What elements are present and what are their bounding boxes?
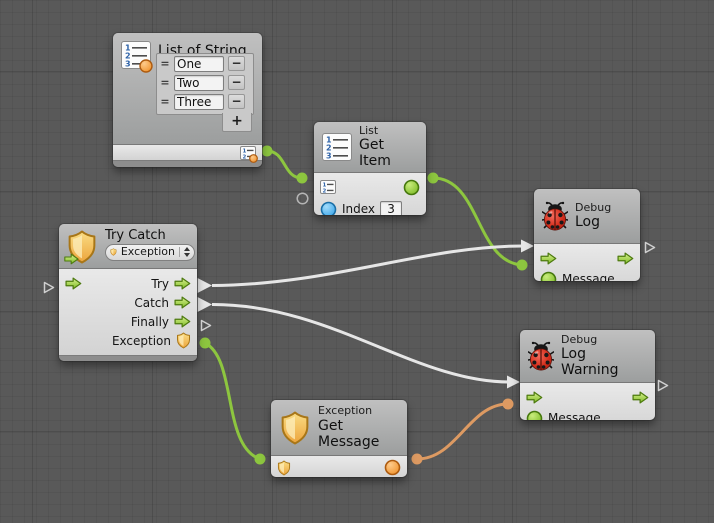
wire-exception-to-getmessage: [205, 343, 260, 459]
flow-input-port[interactable]: [65, 277, 82, 290]
shield-icon: [66, 230, 98, 264]
wire-getitem-to-log: [433, 178, 522, 265]
try-label: Try: [151, 277, 169, 291]
node-header: Try Catch Exception: [59, 224, 197, 269]
add-item-button[interactable]: +: [222, 113, 252, 132]
list-item-field[interactable]: [174, 56, 224, 72]
wire-source-triangle: [198, 278, 213, 293]
flow-output-port[interactable]: [632, 391, 649, 404]
shield-icon: [279, 411, 311, 445]
graph-canvas[interactable]: 1 2 3 1 2: [0, 0, 714, 523]
shield-icon: [110, 246, 117, 258]
drag-handle-icon[interactable]: =: [160, 95, 170, 108]
wire-endpoint-dot: [262, 146, 273, 157]
wire-endpoint-dot: [412, 454, 423, 465]
flow-input-port[interactable]: [526, 391, 543, 404]
node-title: Get Item: [359, 137, 418, 169]
node-footer: [59, 355, 197, 361]
list-item-field[interactable]: [174, 75, 224, 91]
try-output-port[interactable]: [174, 277, 191, 290]
node-try-catch[interactable]: Try Catch Exception Try Catch: [59, 224, 197, 361]
wire-endpoint-dot: [255, 454, 266, 465]
wire-endpoint-dot: [297, 173, 308, 184]
node-header: Exception Get Message: [271, 400, 407, 456]
message-input-port[interactable]: [540, 271, 557, 282]
result-output-port[interactable]: [403, 179, 420, 196]
drag-handle-icon[interactable]: =: [160, 76, 170, 89]
orange-badge-icon: [139, 59, 153, 73]
exception-type-dropdown[interactable]: Exception: [105, 244, 195, 261]
remove-item-button[interactable]: −: [228, 94, 245, 109]
exception-input-port[interactable]: [277, 460, 291, 476]
exception-label: Exception: [112, 334, 171, 348]
index-input-port[interactable]: [320, 201, 337, 216]
message-label: Message: [562, 272, 615, 281]
dropdown-value: Exception: [121, 246, 175, 259]
wire-endpoint-dot: [200, 338, 211, 349]
wire-catch-to-logwarning: [212, 304, 509, 382]
node-surtitle: Debug: [561, 334, 647, 347]
wire-try-to-log: [212, 246, 523, 286]
wire-list-to-getitem: [267, 151, 302, 178]
node-log-warning[interactable]: Debug Log Warning Message: [520, 330, 655, 420]
list-output-port[interactable]: [240, 146, 256, 160]
node-title: Try Catch: [105, 229, 195, 244]
node-get-item[interactable]: List Get Item Index: [314, 122, 426, 215]
node-surtitle: Exception: [318, 405, 399, 418]
list-item-row: = −: [157, 92, 253, 111]
node-title: Log: [575, 214, 611, 230]
node-log[interactable]: Debug Log Message: [534, 189, 640, 281]
node-surtitle: List: [359, 125, 418, 138]
wire-endpoint-dot: [517, 260, 528, 271]
wire-source-triangle: [198, 297, 213, 312]
string-list-editor: = − = − = −: [156, 53, 254, 115]
message-output-port[interactable]: [384, 459, 401, 476]
finally-label: Finally: [131, 315, 169, 329]
wire-endpoint-dot: [428, 173, 439, 184]
index-field[interactable]: [380, 201, 402, 215]
node-header: List Get Item: [314, 122, 426, 173]
message-input-port[interactable]: [526, 410, 543, 421]
wire-getmessage-to-logwarning: [417, 404, 508, 459]
node-list-of-string[interactable]: List of String = − = − = − +: [113, 33, 262, 167]
unconnected-value-indicator: [296, 190, 309, 209]
node-header: List of String = − = − = − +: [113, 33, 262, 145]
remove-item-button[interactable]: −: [228, 56, 245, 71]
list-item-field[interactable]: [174, 94, 224, 110]
node-title: Get Message: [318, 418, 399, 450]
catch-label: Catch: [134, 296, 169, 310]
green-arrow-badge-icon: [64, 253, 79, 265]
wire-arrowhead: [507, 376, 520, 389]
node-footer: [113, 160, 262, 167]
drag-handle-icon[interactable]: =: [160, 57, 170, 70]
node-title: Log Warning: [561, 346, 647, 378]
unconnected-flow-indicator: [200, 317, 212, 336]
list-item-row: = −: [157, 54, 253, 73]
finally-output-port[interactable]: [174, 315, 191, 328]
flow-input-port[interactable]: [540, 252, 557, 265]
node-get-message[interactable]: Exception Get Message: [271, 400, 407, 477]
dropdown-stepper-icon: [179, 247, 190, 257]
ladybug-icon: [528, 341, 554, 371]
list-type-icon: [121, 41, 151, 69]
wire-endpoint-dot: [503, 399, 514, 410]
unconnected-flow-indicator: [657, 377, 669, 396]
ladybug-icon: [542, 201, 568, 231]
flow-output-port[interactable]: [617, 252, 634, 265]
list-item-row: = −: [157, 73, 253, 92]
catch-output-port[interactable]: [174, 296, 191, 309]
message-label: Message: [548, 411, 601, 420]
node-surtitle: Debug: [575, 202, 611, 215]
unconnected-flow-indicator: [644, 239, 656, 258]
node-header: Debug Log: [534, 189, 640, 244]
remove-item-button[interactable]: −: [228, 75, 245, 90]
node-header: Debug Log Warning: [520, 330, 655, 383]
list-type-icon: [322, 133, 352, 161]
index-label: Index: [342, 202, 375, 215]
wire-arrowhead: [521, 240, 534, 253]
unconnected-flow-indicator: [43, 279, 55, 298]
list-input-port[interactable]: [320, 180, 336, 194]
exception-output-port[interactable]: [176, 332, 191, 349]
